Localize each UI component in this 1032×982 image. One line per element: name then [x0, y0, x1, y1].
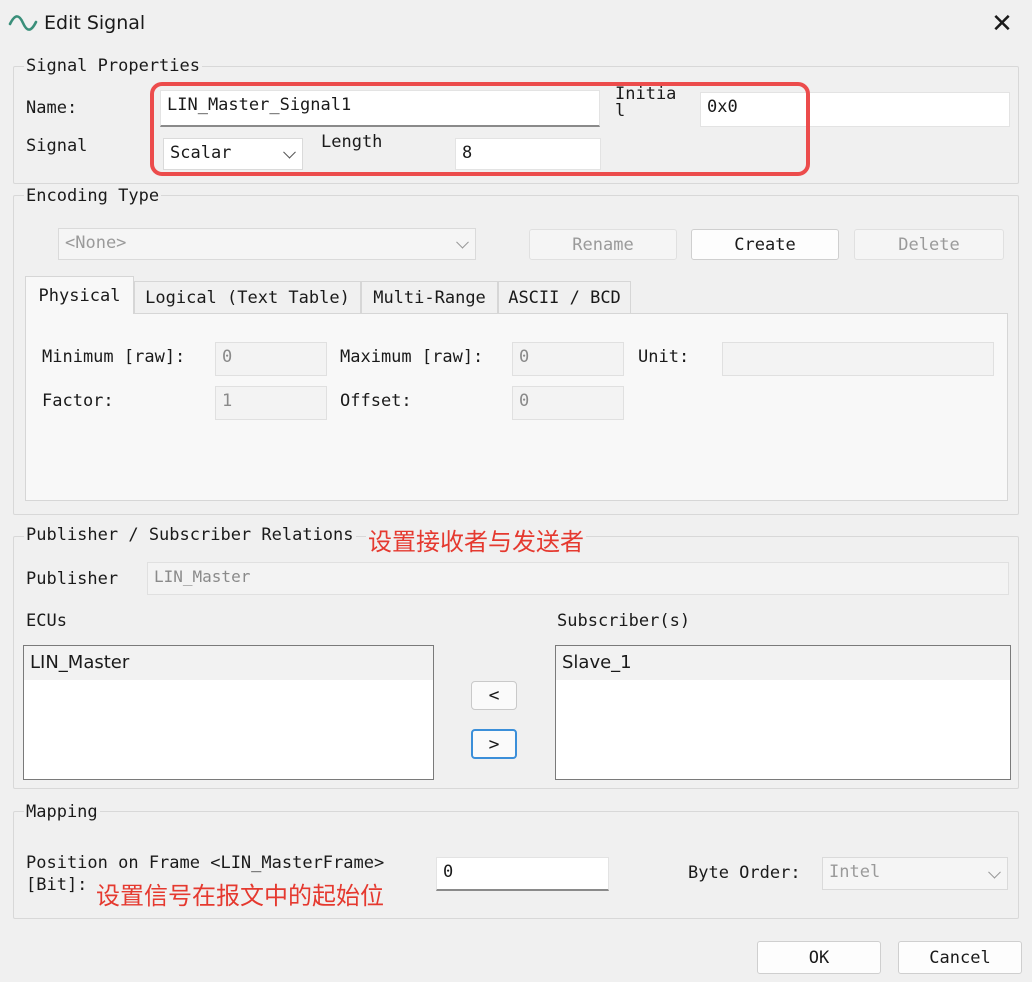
move-right-button[interactable]: > — [471, 729, 517, 759]
chevron-down-icon — [988, 865, 1001, 879]
signal-wave-icon — [8, 15, 38, 31]
factor-label: Factor: — [42, 391, 114, 411]
subscribers-label: Subscriber(s) — [557, 611, 691, 631]
rename-button[interactable]: Rename — [529, 229, 677, 260]
ecus-list[interactable]: LIN_Master — [23, 645, 434, 780]
publisher-label: Publisher — [26, 569, 119, 589]
position-input[interactable]: 0 — [436, 857, 609, 891]
position-label-line1: Position on Frame <LIN_MasterFrame> — [26, 853, 385, 873]
encoding-type-label: Encoding Type — [24, 186, 162, 206]
name-label: Name: — [26, 98, 78, 118]
highlight-box — [150, 82, 810, 176]
minimum-input[interactable]: 0 — [215, 342, 327, 376]
unit-input[interactable] — [722, 342, 994, 376]
ok-button[interactable]: OK — [757, 941, 881, 974]
list-item[interactable]: Slave_1 — [556, 646, 1010, 680]
factor-input[interactable]: 1 — [215, 386, 327, 420]
close-button[interactable]: ✕ — [980, 6, 1024, 42]
byte-order-value: Intel — [829, 862, 881, 882]
tab-ascii-bcd[interactable]: ASCII / BCD — [498, 281, 631, 314]
ecus-label: ECUs — [26, 611, 67, 631]
cancel-button[interactable]: Cancel — [898, 941, 1022, 974]
list-item[interactable]: LIN_Master — [24, 646, 433, 680]
byte-order-label: Byte Order: — [688, 863, 801, 883]
encoding-select-value: <None> — [65, 233, 127, 253]
title-bar — [0, 0, 1032, 48]
subscribers-list[interactable]: Slave_1 — [555, 645, 1011, 780]
pubsub-annotation: 设置接收者与发送者 — [366, 522, 586, 557]
maximum-input[interactable]: 0 — [512, 342, 624, 376]
mapping-label: Mapping — [24, 802, 100, 822]
tab-logical[interactable]: Logical (Text Table) — [134, 281, 361, 314]
delete-button[interactable]: Delete — [854, 229, 1004, 260]
maximum-label: Maximum [raw]: — [340, 347, 484, 367]
byte-order-select[interactable]: Intel — [822, 857, 1008, 890]
tab-physical[interactable]: Physical — [25, 276, 134, 314]
encoding-select[interactable]: <None> — [58, 228, 476, 260]
signal-label: Signal — [26, 136, 88, 156]
offset-label: Offset: — [340, 391, 412, 411]
publisher-input[interactable]: LIN_Master — [147, 562, 1009, 595]
chevron-down-icon — [456, 235, 469, 249]
window-title: Edit Signal — [44, 12, 146, 34]
tab-multi-range[interactable]: Multi-Range — [361, 281, 498, 314]
offset-input[interactable]: 0 — [512, 386, 624, 420]
create-button[interactable]: Create — [691, 229, 839, 260]
mapping-annotation: 设置信号在报文中的起始位 — [96, 882, 384, 910]
signal-properties-label: Signal Properties — [24, 56, 202, 76]
unit-label: Unit: — [638, 347, 690, 367]
pubsub-label: Publisher / Subscriber Relations — [24, 525, 356, 545]
minimum-label: Minimum [raw]: — [42, 347, 186, 367]
move-left-button[interactable]: < — [471, 681, 517, 710]
